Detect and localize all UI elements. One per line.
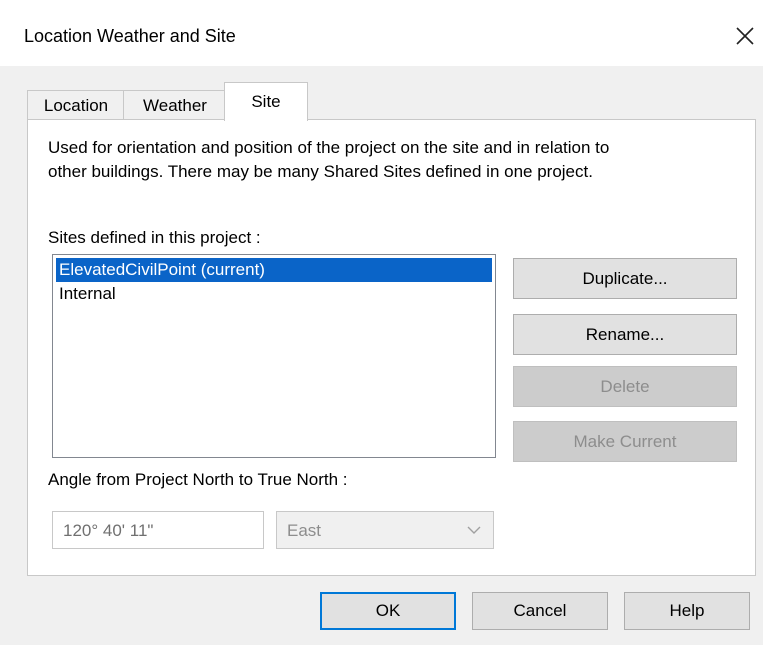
title-bar: Location Weather and Site [0, 0, 763, 66]
duplicate-button[interactable]: Duplicate... [513, 258, 737, 299]
chevron-down-icon [467, 526, 481, 534]
direction-select[interactable]: East [276, 511, 494, 549]
sites-listbox[interactable]: ElevatedCivilPoint (current) Internal [52, 254, 496, 458]
ok-button[interactable]: OK [320, 592, 456, 630]
angle-label: Angle from Project North to True North : [48, 470, 348, 489]
cancel-button[interactable]: Cancel [472, 592, 608, 630]
close-icon [736, 27, 754, 45]
tab-location-label: Location [43, 95, 109, 115]
tab-site[interactable]: Site [224, 82, 308, 121]
site-name: ElevatedCivilPoint (current) [59, 260, 265, 279]
location-weather-site-dialog: Location Weather and Site Location Weath… [0, 0, 763, 645]
list-item[interactable]: Internal [53, 282, 495, 306]
tab-weather[interactable]: Weather [123, 90, 227, 120]
tab-site-label: Site [251, 92, 281, 111]
description-line-1: Used for orientation and position of the… [48, 138, 610, 157]
dialog-title: Location Weather and Site [24, 26, 236, 46]
sites-list-label: Sites defined in this project : [48, 228, 261, 247]
tab-weather-label: Weather [143, 95, 207, 115]
tab-location[interactable]: Location [27, 90, 125, 120]
delete-button[interactable]: Delete [513, 366, 737, 407]
list-item[interactable]: ElevatedCivilPoint (current) [56, 258, 492, 282]
make-current-button[interactable]: Make Current [513, 421, 737, 462]
help-button[interactable]: Help [624, 592, 750, 630]
site-description: Used for orientation and position of the… [48, 136, 748, 184]
angle-input[interactable]: 120° 40' 11" [52, 511, 264, 549]
rename-button[interactable]: Rename... [513, 314, 737, 355]
site-name: Internal [59, 284, 116, 303]
direction-value: East [287, 521, 322, 540]
description-line-2: other buildings. There may be many Share… [48, 162, 593, 181]
close-button[interactable] [727, 18, 763, 54]
